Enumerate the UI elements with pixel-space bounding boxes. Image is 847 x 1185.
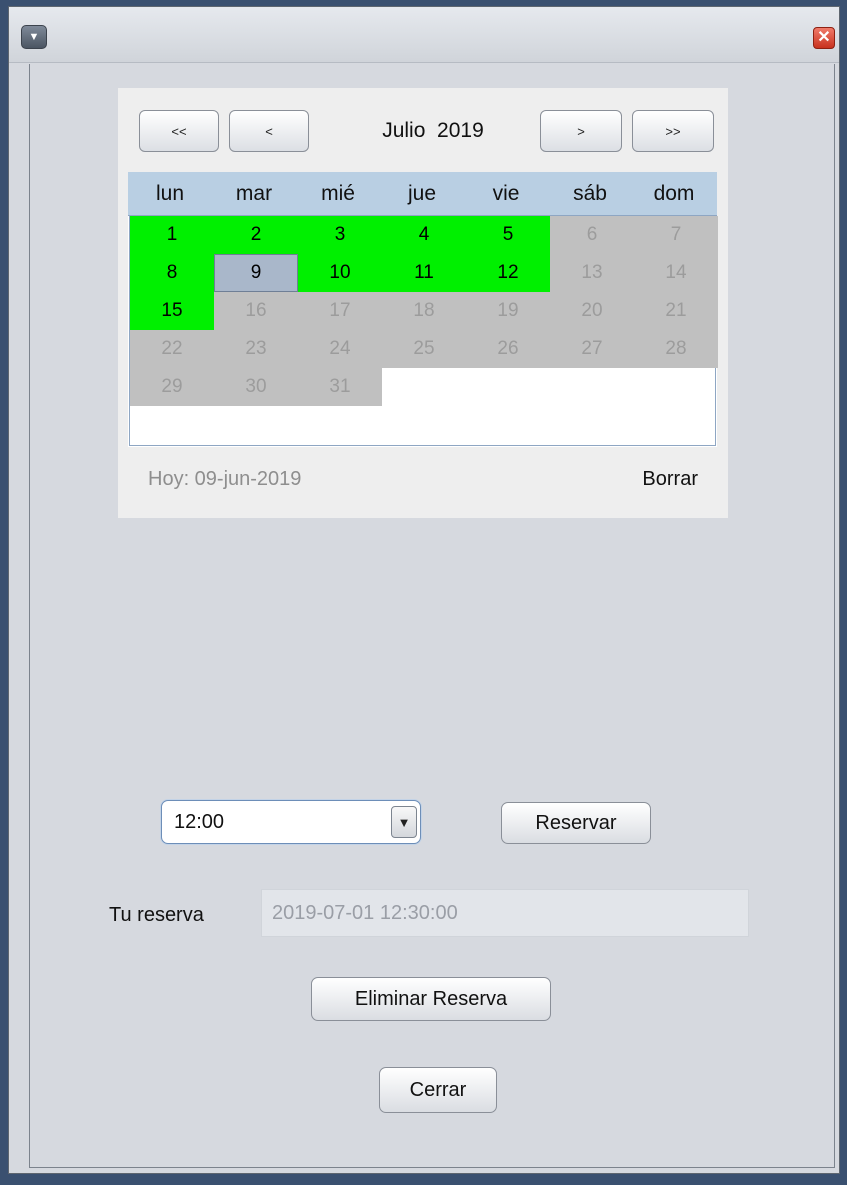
window-close-button[interactable]: ✕ xyxy=(813,27,835,49)
weekday-header: lun mar mié jue vie sáb dom xyxy=(128,172,717,216)
weekday-label: mié xyxy=(321,182,355,205)
weekday-label: jue xyxy=(407,182,437,205)
day-cell: 30 xyxy=(214,368,298,406)
day-cell: 16 xyxy=(214,292,298,330)
clear-button[interactable]: Borrar xyxy=(642,468,698,491)
day-cell: 6 xyxy=(550,216,634,254)
day-cell[interactable]: 2 xyxy=(214,216,298,254)
delete-booking-button[interactable]: Eliminar Reserva xyxy=(311,977,551,1021)
time-select-toggle[interactable]: ▼ xyxy=(391,806,417,838)
day-cell[interactable]: 9 xyxy=(214,254,298,292)
day-cell: 19 xyxy=(466,292,550,330)
weekday-label: sáb xyxy=(573,182,607,205)
day-cell: 31 xyxy=(298,368,382,406)
your-booking-label: Tu reserva xyxy=(109,904,204,926)
day-cell: 23 xyxy=(214,330,298,368)
day-cell[interactable]: 11 xyxy=(382,254,466,292)
content-panel: << < Julio 2019 > >> lun mar mié jue vie… xyxy=(29,64,835,1168)
time-select-value: 12:00 xyxy=(174,811,225,833)
down-triangle-icon: ▼ xyxy=(28,30,40,43)
day-cell[interactable]: 5 xyxy=(466,216,550,254)
day-cell: 21 xyxy=(634,292,718,330)
today-label[interactable]: Hoy: 09-jun-2019 xyxy=(148,468,301,491)
chevron-down-icon: ▼ xyxy=(397,814,411,830)
close-icon: ✕ xyxy=(817,29,831,46)
day-cell[interactable]: 1 xyxy=(130,216,214,254)
weekday-label: dom xyxy=(653,182,695,205)
prev-month-button[interactable]: < xyxy=(229,110,309,152)
month-title: Julio 2019 xyxy=(382,119,484,142)
day-cell[interactable]: 4 xyxy=(382,216,466,254)
day-cell[interactable]: 12 xyxy=(466,254,550,292)
day-cell[interactable]: 8 xyxy=(130,254,214,292)
next-year-button[interactable]: >> xyxy=(632,110,714,152)
day-cell: 27 xyxy=(550,330,634,368)
time-select[interactable]: 12:00 ▼ xyxy=(161,800,421,844)
day-cell[interactable]: 3 xyxy=(298,216,382,254)
day-cell[interactable]: 15 xyxy=(130,292,214,330)
date-picker: << < Julio 2019 > >> lun mar mié jue vie… xyxy=(118,88,728,518)
day-cell: 13 xyxy=(550,254,634,292)
day-cell: 18 xyxy=(382,292,466,330)
weekday-label: lun xyxy=(155,182,185,205)
day-cell: 25 xyxy=(382,330,466,368)
day-cell: 17 xyxy=(298,292,382,330)
title-bar: ▼ ✕ xyxy=(9,7,839,63)
day-cell: 14 xyxy=(634,254,718,292)
day-cell: 24 xyxy=(298,330,382,368)
window-menu-button[interactable]: ▼ xyxy=(21,25,47,49)
weekday-label: mar xyxy=(235,182,273,205)
weekday-label: vie xyxy=(492,182,520,205)
calendar-grid: lun mar mié jue vie sáb dom 1 2 3 4 5 6 7 8 9 10 1… xyxy=(128,172,718,447)
booking-window: ▼ ✕ << < Julio 2019 > >> lun mar mié jue… xyxy=(8,6,840,1174)
day-cell: 29 xyxy=(130,368,214,406)
next-month-button[interactable]: > xyxy=(540,110,622,152)
day-cell: 20 xyxy=(550,292,634,330)
days-grid: 1 2 3 4 5 6 7 8 9 10 11 12 13 14 15 16 17 18 19 20 21 22 23 24 2… xyxy=(129,216,718,446)
day-cell: 7 xyxy=(634,216,718,254)
reserve-button[interactable]: Reservar xyxy=(501,802,651,844)
day-cell[interactable]: 10 xyxy=(298,254,382,292)
day-cell: 28 xyxy=(634,330,718,368)
day-cell: 22 xyxy=(130,330,214,368)
day-cell: 26 xyxy=(466,330,550,368)
your-booking-field: 2019-07-01 12:30:00 xyxy=(261,889,749,937)
close-button[interactable]: Cerrar xyxy=(379,1067,497,1113)
prev-year-button[interactable]: << xyxy=(139,110,219,152)
